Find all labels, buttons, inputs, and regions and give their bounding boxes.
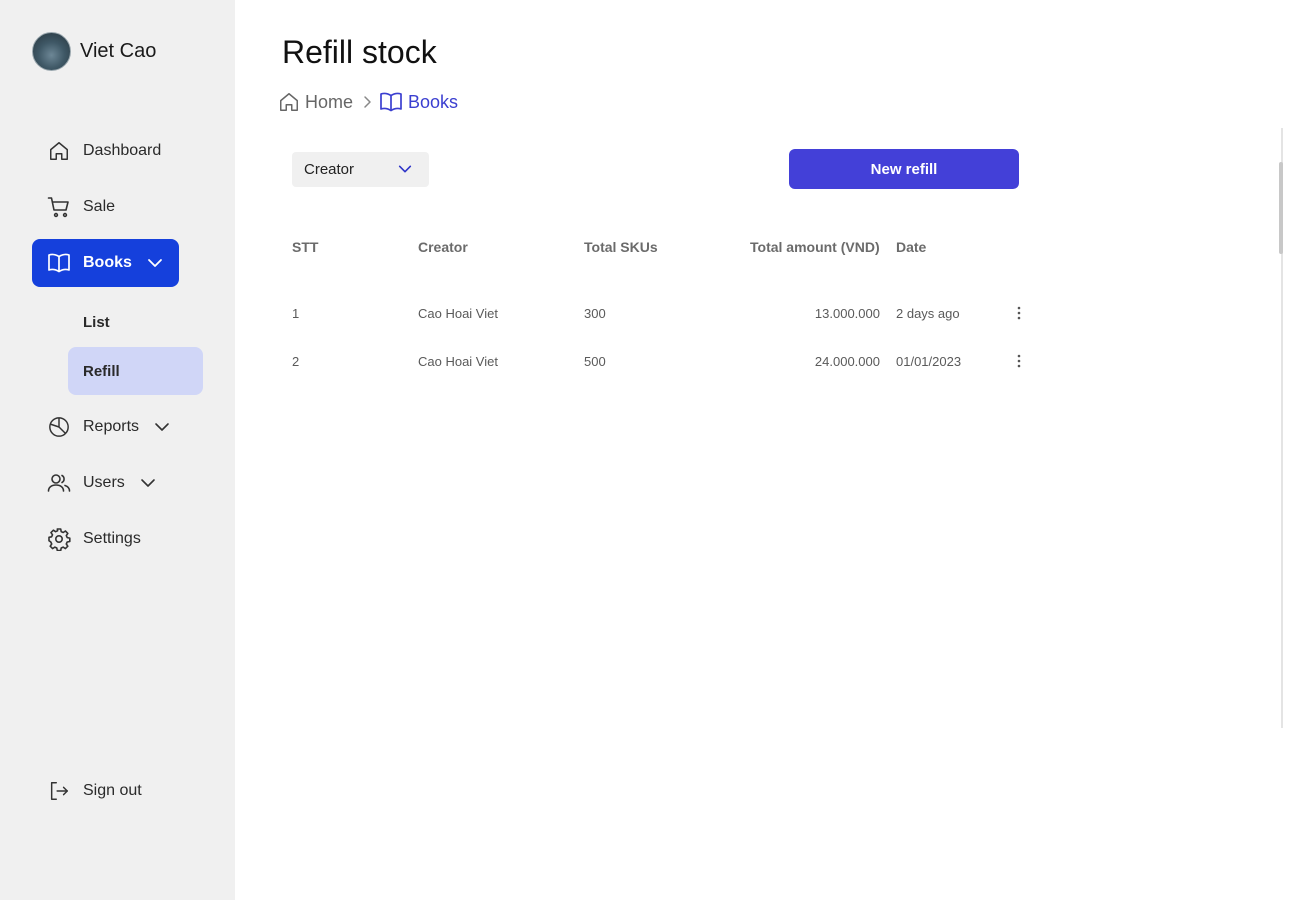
sign-out-label: Sign out [83, 782, 142, 799]
sidebar-subitem-label: Refill [83, 362, 120, 380]
row-actions-menu-icon[interactable] [1010, 303, 1028, 323]
cell-total-amount: 24.000.000 [814, 354, 880, 369]
sidebar-item-label: Settings [83, 530, 141, 547]
column-header-total-skus[interactable]: Total SKUs [584, 239, 658, 255]
cell-stt: 1 [292, 306, 300, 321]
filter-label: Creator [304, 161, 355, 178]
gear-icon [47, 527, 71, 551]
sidebar-item-label: Users [83, 474, 125, 491]
chevron-down-icon[interactable] [139, 474, 157, 492]
sidebar-subitem-list[interactable]: List [68, 298, 203, 346]
sidebar-item-sale[interactable]: Sale [32, 183, 179, 231]
page-title: Refill stock [282, 34, 437, 70]
breadcrumb: Home Books [278, 91, 458, 113]
row-actions-menu-icon[interactable] [1010, 351, 1028, 371]
chevron-down-icon[interactable] [153, 418, 171, 436]
home-icon [47, 139, 71, 163]
sidebar-item-label: Reports [83, 418, 140, 435]
cart-icon [47, 195, 71, 219]
sidebar-subitem-label: List [83, 313, 110, 331]
sidebar-item-settings[interactable]: Settings [32, 515, 179, 563]
book-open-icon [47, 251, 71, 275]
users-icon [47, 471, 71, 495]
sidebar-subitem-refill[interactable]: Refill [68, 347, 203, 395]
breadcrumb-home[interactable]: Home [278, 91, 353, 113]
cell-date: 01/01/2023 [896, 354, 962, 369]
column-header-date[interactable]: Date [896, 239, 926, 255]
cell-creator: Cao Hoai Viet [418, 354, 498, 369]
cell-creator: Cao Hoai Viet [418, 306, 498, 321]
cell-date: 2 days ago [896, 306, 960, 321]
home-icon [280, 93, 298, 111]
scrollbar-thumb[interactable] [1279, 162, 1283, 254]
cell-stt: 2 [292, 354, 300, 369]
sidebar: Viet Cao Dashboard Sale Books List Refil… [0, 0, 235, 900]
cell-total-amount: 13.000.000 [814, 306, 880, 321]
cell-total-skus: 500 [584, 354, 606, 369]
breadcrumb-books[interactable]: Books [379, 91, 458, 113]
chevron-right-icon [361, 95, 373, 109]
column-header-stt[interactable]: STT [292, 239, 318, 255]
column-header-creator[interactable]: Creator [418, 239, 468, 255]
sign-out-button[interactable]: Sign out [32, 767, 179, 815]
pie-chart-icon [47, 415, 71, 439]
chevron-down-icon[interactable] [146, 254, 164, 272]
sidebar-item-label: Books [83, 254, 132, 271]
chevron-down-icon [397, 161, 413, 181]
sidebar-item-reports[interactable]: Reports [32, 403, 179, 451]
new-refill-button[interactable]: New refill [789, 149, 1019, 189]
profile-name: Viet Cao [80, 40, 157, 62]
sidebar-item-label: Dashboard [83, 142, 162, 159]
column-header-total-amount[interactable]: Total amount (VND) [750, 239, 880, 255]
avatar [32, 32, 71, 71]
breadcrumb-label: Home [305, 91, 354, 112]
breadcrumb-label: Books [408, 91, 459, 112]
sidebar-item-dashboard[interactable]: Dashboard [32, 127, 179, 175]
sidebar-item-books[interactable]: Books [32, 239, 179, 287]
book-open-icon [380, 92, 402, 112]
sidebar-item-users[interactable]: Users [32, 459, 179, 507]
creator-filter-dropdown[interactable]: Creator [292, 152, 429, 187]
sidebar-item-label: Sale [83, 198, 116, 215]
user-profile[interactable]: Viet Cao [32, 32, 156, 71]
sign-out-icon [47, 779, 71, 803]
cell-total-skus: 300 [584, 306, 606, 321]
